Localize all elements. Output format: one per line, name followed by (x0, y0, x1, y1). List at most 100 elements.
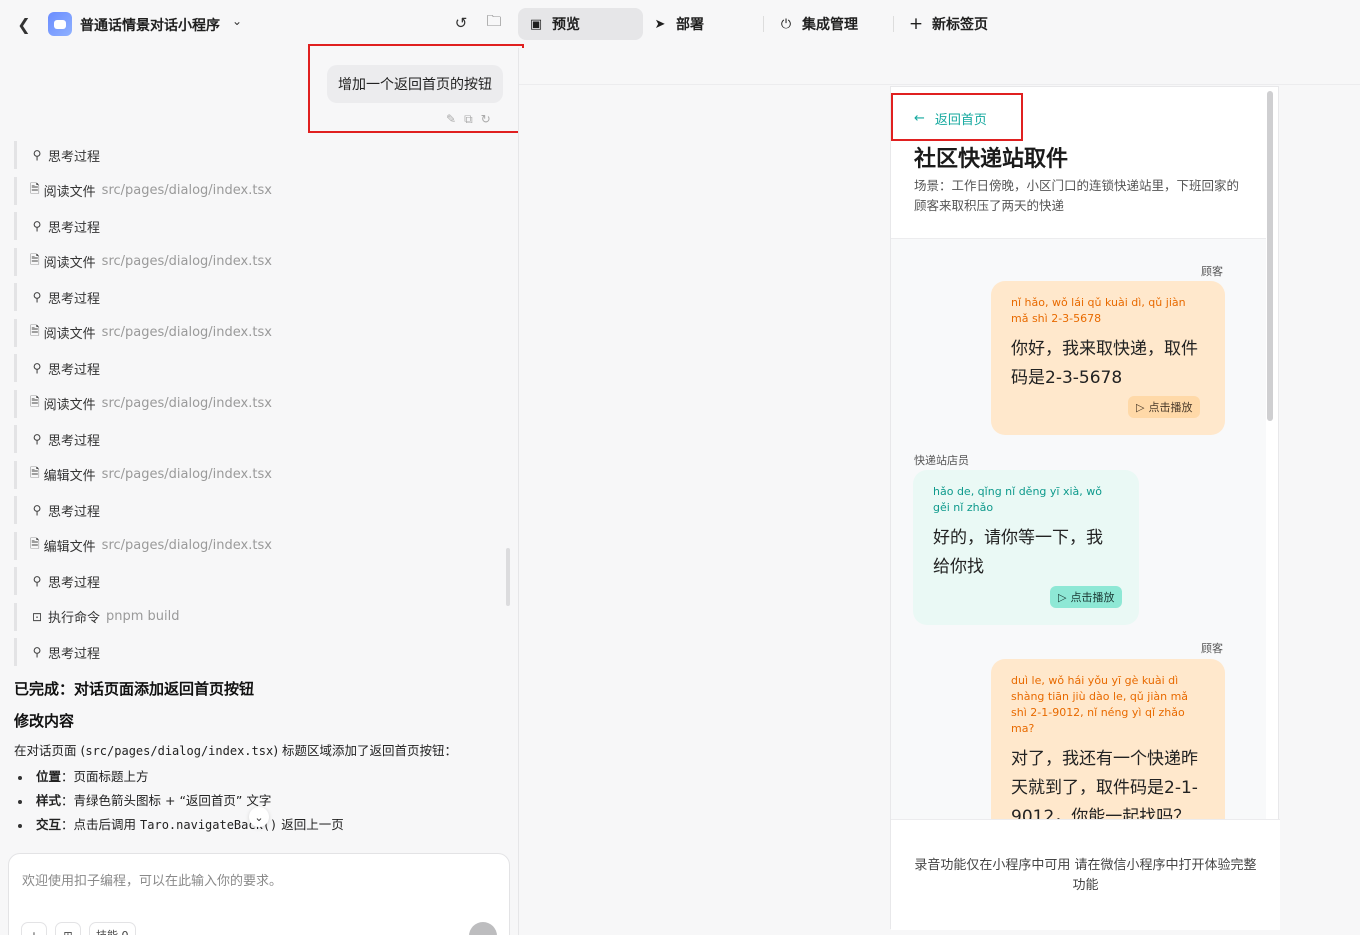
tab-preview[interactable]: ▣ 预览 (518, 8, 643, 40)
input-toolbar: + ⊞ 技能 0 (21, 922, 136, 935)
pinyin-text: hǎo de, qǐng nǐ děng yī xià, wǒ gěi nǐ z… (933, 485, 1102, 514)
chevron-down-icon[interactable]: ⌄ (232, 14, 242, 28)
bullet-key: 样式 (36, 793, 62, 808)
play-button[interactable]: ▷ 点击播放 (1128, 396, 1201, 418)
scene-title: 社区快递站取件 (914, 147, 1069, 172)
step-label: 思考过程 (48, 362, 101, 378)
bullet-key: 交互 (36, 817, 62, 832)
step-item[interactable]: ⚲ 思考过程 (14, 354, 264, 382)
divider (763, 16, 764, 32)
step-label: 阅读文件 (43, 185, 96, 200)
desc-code: src/pages/dialog/index.tsx (85, 744, 274, 758)
step-item[interactable]: 🗎 阅读文件 src/pages/dialog/index.tsx (14, 247, 272, 276)
step-item[interactable]: ⚲ 思考过程 (14, 638, 264, 666)
pinyin-text: nǐ hǎo, wǒ lái qǔ kuài dì, qǔ jiàn mǎ sh… (1011, 296, 1186, 325)
tab-integration[interactable]: ⏻ 集成管理 (768, 8, 868, 40)
speaker-label: 顾客 (1201, 642, 1223, 655)
file-icon: 🗎 (30, 466, 40, 480)
step-path: src/pages/dialog/index.tsx (101, 325, 272, 340)
folder-icon[interactable]: 🗀 (484, 12, 504, 33)
tab-label: 预览 (552, 17, 580, 33)
record-notice: 录音功能仅在小程序中可用 请在微信小程序中打开体验完整功能 (914, 858, 1257, 893)
scene-description: 场景：工作日傍晚，小区门口的连锁快递站里，下班回家的顾客来取积压了两天的快递 (914, 178, 1240, 213)
scrollbar[interactable] (1267, 91, 1273, 421)
step-label: 思考过程 (48, 504, 101, 520)
step-item[interactable]: ⚲ 思考过程 (14, 567, 264, 595)
plus-icon: + (908, 14, 924, 34)
bulb-icon: ⚲ (32, 148, 42, 162)
prompt-input-box[interactable]: 欢迎使用扣子编程，可以在此输入你的要求。 + ⊞ 技能 0 (8, 853, 510, 935)
bullet-sep: ： (61, 769, 74, 784)
step-label: 思考过程 (48, 291, 101, 307)
bullet-sep: ： (61, 817, 74, 832)
scrollbar[interactable] (506, 548, 510, 606)
step-path: src/pages/dialog/index.tsx (101, 396, 272, 411)
step-label: 思考过程 (48, 433, 101, 449)
bullet-text: 点击后调用 (73, 817, 141, 832)
file-icon: 🗎 (30, 395, 40, 409)
hanzi-text: 好的，请你等一下，我给你找 (933, 528, 1103, 577)
send-button[interactable] (469, 922, 497, 935)
plug-icon: ⏻ (780, 16, 792, 32)
step-path: src/pages/dialog/index.tsx (101, 467, 272, 482)
bulb-icon: ⚲ (32, 503, 42, 517)
hanzi-text: 对了，我还有一个快递昨天就到了，取件码是2-1-9012，你能一起找吗？ (1011, 749, 1198, 819)
scroll-down-button[interactable]: ⌄ (249, 807, 269, 827)
back-arrow-icon[interactable]: ❮ (14, 14, 34, 34)
step-item[interactable]: 🗎 编辑文件 src/pages/dialog/index.tsx (14, 531, 272, 560)
annotation-box (308, 44, 524, 133)
top-bar: ❮ 普通话情景对话小程序 ⌄ ↺ 🗀 ▣ 预览 ➤ 部署 ⏻ 集成管理 + 新标… (0, 0, 1360, 48)
step-item[interactable]: ⚲ 思考过程 (14, 212, 264, 240)
step-path: src/pages/dialog/index.tsx (101, 254, 272, 269)
list-item: 样式：青绿色箭头图标 + “返回首页” 文字 (18, 790, 271, 809)
step-label: 思考过程 (48, 149, 101, 165)
tab-new[interactable]: + 新标签页 (898, 8, 998, 40)
file-icon: 🗎 (30, 537, 40, 551)
step-label: 思考过程 (48, 575, 101, 591)
step-item[interactable]: ⚲ 思考过程 (14, 496, 264, 524)
dialog-bubble: hǎo de, qǐng nǐ děng yī xià, wǒ gěi nǐ z… (913, 470, 1139, 625)
tab-deploy[interactable]: ➤ 部署 (642, 8, 714, 40)
step-item[interactable]: 🗎 阅读文件 src/pages/dialog/index.tsx (14, 389, 272, 418)
step-item[interactable]: ⊡ 执行命令 pnpm build (14, 602, 264, 631)
play-icon: ▷ (1136, 400, 1145, 414)
dialog-area: 顾客 nǐ hǎo, wǒ lái qǔ kuài dì, qǔ jiàn mǎ… (891, 239, 1266, 819)
done-heading: 已完成：对话页面添加返回首页按钮 (14, 680, 255, 698)
step-item[interactable]: 🗎 阅读文件 src/pages/dialog/index.tsx (14, 176, 272, 205)
step-label: 阅读文件 (43, 398, 96, 413)
list-item: 位置：页面标题上方 (18, 766, 149, 785)
attach-button[interactable]: ⊞ (55, 922, 81, 935)
file-icon: 🗎 (30, 253, 40, 267)
play-button[interactable]: ▷ 点击播放 (1050, 586, 1123, 608)
step-label: 阅读文件 (43, 327, 96, 342)
divider (893, 16, 894, 32)
add-button[interactable]: + (21, 922, 47, 935)
rocket-icon: ➤ (654, 16, 666, 32)
step-item[interactable]: 🗎 编辑文件 src/pages/dialog/index.tsx (14, 460, 272, 489)
modification-heading: 修改内容 (14, 712, 75, 730)
step-item[interactable]: ⚲ 思考过程 (14, 141, 264, 169)
phone-preview: ← 返回首页 社区快递站取件 场景：工作日傍晚，小区门口的连锁快递站里，下班回家… (890, 86, 1280, 930)
bulb-icon: ⚲ (32, 361, 42, 375)
dialog-bubble: nǐ hǎo, wǒ lái qǔ kuài dì, qǔ jiàn mǎ sh… (991, 281, 1225, 435)
step-path: src/pages/dialog/index.tsx (101, 183, 272, 198)
step-label: 思考过程 (48, 220, 101, 236)
speaker-label: 顾客 (1201, 265, 1223, 278)
step-label: 思考过程 (48, 646, 101, 662)
bullet-sep: ： (61, 793, 74, 808)
step-item[interactable]: ⚲ 思考过程 (14, 425, 264, 453)
step-label: 阅读文件 (43, 256, 96, 271)
prompt-input[interactable]: 欢迎使用扣子编程，可以在此输入你的要求。 (22, 870, 282, 889)
hanzi-text: 你好，我来取快递，取件码是2-3-5678 (1011, 339, 1198, 388)
tab-label: 集成管理 (802, 17, 858, 33)
step-item[interactable]: 🗎 阅读文件 src/pages/dialog/index.tsx (14, 318, 272, 347)
skills-button[interactable]: 技能 0 (89, 922, 136, 935)
dialog-bubble: duì le, wǒ hái yǒu yī gè kuài dì shàng t… (991, 659, 1225, 819)
tab-label: 部署 (676, 17, 704, 33)
list-item: 交互：点击后调用 Taro.navigateBack() 返回上一页 (18, 814, 344, 833)
step-item[interactable]: ⚲ 思考过程 (14, 283, 264, 311)
annotation-box (891, 93, 1023, 141)
preview-icon: ▣ (529, 16, 543, 32)
app-title[interactable]: 普通话情景对话小程序 (80, 15, 220, 35)
history-icon[interactable]: ↺ (451, 13, 471, 33)
